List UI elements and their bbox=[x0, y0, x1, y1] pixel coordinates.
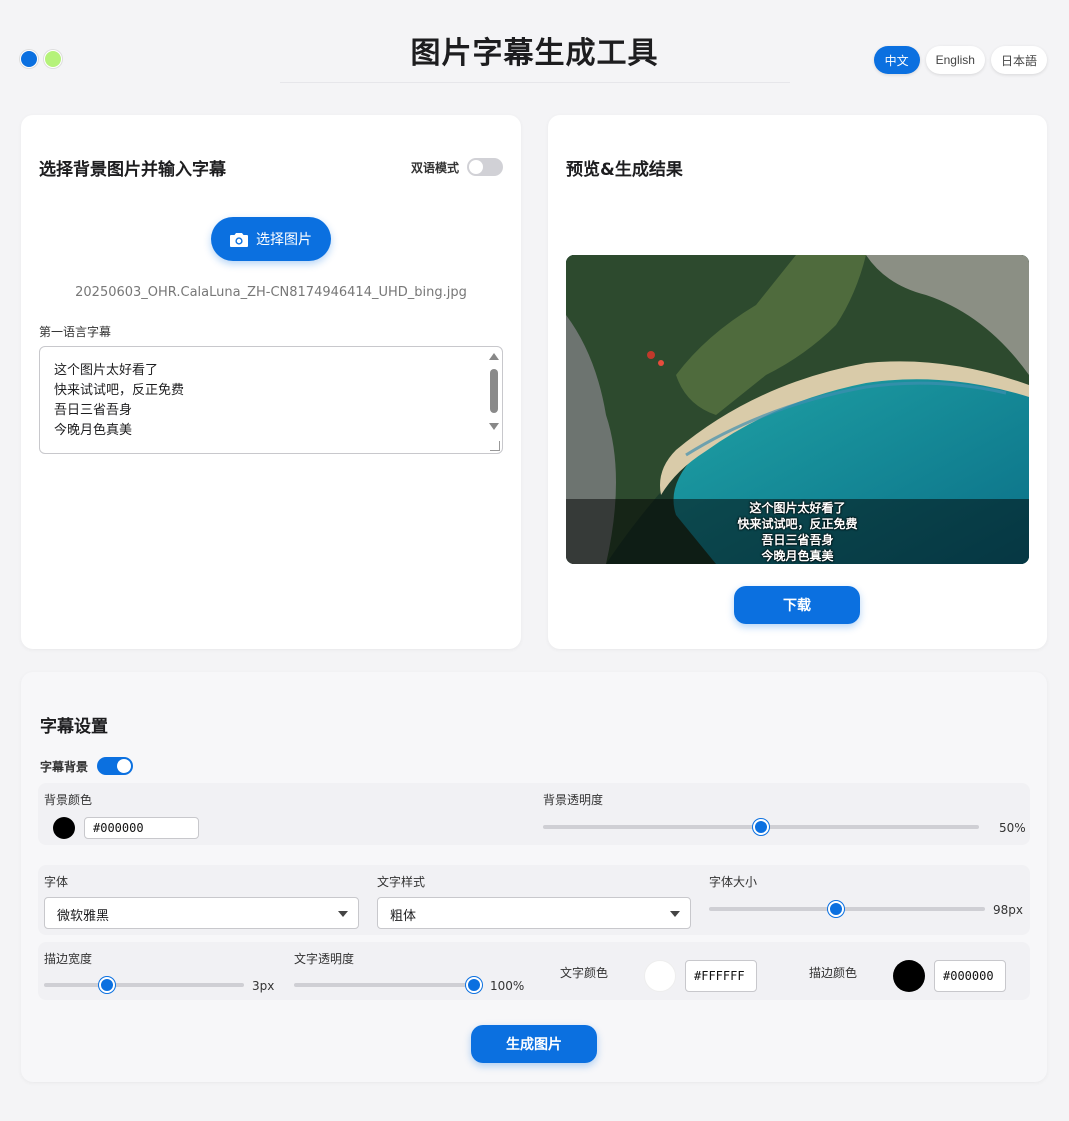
slider-track bbox=[294, 983, 482, 987]
preview-card-title: 预览&生成结果 bbox=[566, 160, 683, 180]
stroke-color-label: 描边颜色 bbox=[809, 966, 858, 980]
font-settings-row: 字体 微软雅黑 文字样式 粗体 字体大小 98px bbox=[38, 865, 1030, 935]
choose-image-label: 选择图片 bbox=[256, 231, 312, 247]
subtitle-bg-toggle[interactable] bbox=[97, 757, 133, 775]
slider-thumb[interactable] bbox=[828, 901, 844, 917]
bg-opacity-slider[interactable] bbox=[543, 819, 979, 835]
slider-thumb[interactable] bbox=[466, 977, 482, 993]
stroke-color-hex-input[interactable]: #000000 bbox=[934, 960, 1006, 992]
header: 图片字幕生成工具 中文 English 日本語 bbox=[0, 0, 1069, 100]
font-size-value: 98px bbox=[993, 903, 1023, 917]
subtitle-line: 快来试试吧，反正免费 bbox=[54, 383, 185, 398]
textarea-scrollbar[interactable] bbox=[488, 351, 500, 451]
selected-filename: 20250603_OHR.CalaLuna_ZH-CN8174946414_UH… bbox=[75, 285, 467, 300]
text-color-swatch[interactable] bbox=[644, 960, 676, 992]
stroke-width-slider[interactable] bbox=[44, 977, 244, 993]
choose-image-button[interactable]: 选择图片 bbox=[211, 217, 331, 261]
preview-subtitle-line: 快来试试吧，反正免费 bbox=[737, 517, 858, 531]
settings-title: 字幕设置 bbox=[40, 717, 108, 737]
bilingual-label: 双语模式 bbox=[410, 161, 459, 175]
lang-button-en[interactable]: English bbox=[925, 46, 985, 74]
font-select[interactable]: 微软雅黑 bbox=[44, 897, 359, 929]
text-opacity-value: 100% bbox=[490, 979, 525, 993]
text-opacity-label: 文字透明度 bbox=[294, 952, 355, 966]
lang-button-zh[interactable]: 中文 bbox=[873, 46, 920, 74]
text-color-hex-input[interactable]: #FFFFFF bbox=[685, 960, 757, 992]
text-style-select[interactable]: 粗体 bbox=[377, 897, 691, 929]
bg-color-swatch[interactable] bbox=[53, 817, 75, 839]
bg-opacity-label: 背景透明度 bbox=[543, 793, 604, 807]
lang-button-ja[interactable]: 日本語 bbox=[990, 46, 1047, 74]
preview-image: 这个图片太好看了 快来试试吧，反正免费 吾日三省吾身 今晚月色真美 bbox=[566, 255, 1029, 564]
camera-icon bbox=[230, 232, 248, 247]
text-style-label: 文字样式 bbox=[377, 875, 426, 889]
subtitle-line: 吾日三省吾身 bbox=[54, 403, 133, 418]
slider-thumb[interactable] bbox=[753, 819, 769, 835]
preview-subtitle-line: 吾日三省吾身 bbox=[761, 533, 834, 547]
font-select-value: 微软雅黑 bbox=[57, 909, 110, 924]
text-opacity-slider[interactable] bbox=[294, 977, 482, 993]
toggle-knob bbox=[469, 160, 483, 174]
preview-subtitle-line: 这个图片太好看了 bbox=[749, 501, 846, 515]
stroke-settings-row: 描边宽度 3px 文字透明度 100% 文字颜色 #FFFFFF 描边颜色 #0… bbox=[38, 942, 1030, 1000]
subtitle-textarea[interactable]: 这个图片太好看了 快来试试吧，反正免费 吾日三省吾身 今晚月色真美 bbox=[39, 346, 503, 454]
subtitle-bg-label: 字幕背景 bbox=[40, 760, 89, 774]
font-size-slider[interactable] bbox=[709, 901, 985, 917]
font-label: 字体 bbox=[44, 875, 69, 889]
bilingual-toggle[interactable] bbox=[467, 158, 503, 176]
stroke-color-swatch[interactable] bbox=[893, 960, 925, 992]
resize-handle-icon[interactable] bbox=[490, 441, 500, 451]
bg-color-label: 背景颜色 bbox=[44, 793, 93, 807]
scroll-down-icon[interactable] bbox=[489, 423, 499, 430]
stroke-width-value: 3px bbox=[252, 979, 275, 993]
slider-thumb[interactable] bbox=[99, 977, 115, 993]
slider-track bbox=[709, 907, 985, 911]
bg-color-hex-input[interactable]: #000000 bbox=[84, 817, 199, 839]
title-divider bbox=[280, 82, 790, 83]
scroll-up-icon[interactable] bbox=[489, 353, 499, 360]
font-size-label: 字体大小 bbox=[709, 875, 758, 889]
subtitle-line: 今晚月色真美 bbox=[54, 423, 133, 438]
stroke-width-label: 描边宽度 bbox=[44, 952, 93, 966]
language-switcher: 中文 English 日本語 bbox=[873, 46, 1047, 74]
subtitle-line: 这个图片太好看了 bbox=[54, 363, 159, 378]
text-style-select-value: 粗体 bbox=[390, 909, 417, 924]
background-settings-row: 背景颜色 #000000 背景透明度 50% bbox=[38, 783, 1030, 845]
preview-subtitle-line: 今晚月色真美 bbox=[761, 549, 834, 563]
preview-card: 预览&生成结果 这个图片太好看了 快来试试吧，反正免费 吾日三省吾身 今晚月色真… bbox=[548, 115, 1047, 649]
first-language-label: 第一语言字幕 bbox=[39, 325, 112, 339]
chevron-down-icon bbox=[338, 911, 348, 917]
generate-image-button[interactable]: 生成图片 bbox=[471, 1025, 597, 1063]
scroll-thumb[interactable] bbox=[490, 369, 498, 413]
input-card: 选择背景图片并输入字幕 双语模式 选择图片 20250603_OHR.CalaL… bbox=[21, 115, 521, 649]
toggle-knob bbox=[117, 759, 131, 773]
input-card-title: 选择背景图片并输入字幕 bbox=[39, 160, 226, 180]
chevron-down-icon bbox=[670, 911, 680, 917]
download-button[interactable]: 下载 bbox=[734, 586, 860, 624]
text-color-label: 文字颜色 bbox=[560, 966, 609, 980]
settings-card: 字幕设置 字幕背景 背景颜色 #000000 背景透明度 50% 字体 微软雅黑… bbox=[21, 672, 1047, 1082]
slider-track bbox=[44, 983, 244, 987]
bg-opacity-value: 50% bbox=[999, 821, 1026, 835]
